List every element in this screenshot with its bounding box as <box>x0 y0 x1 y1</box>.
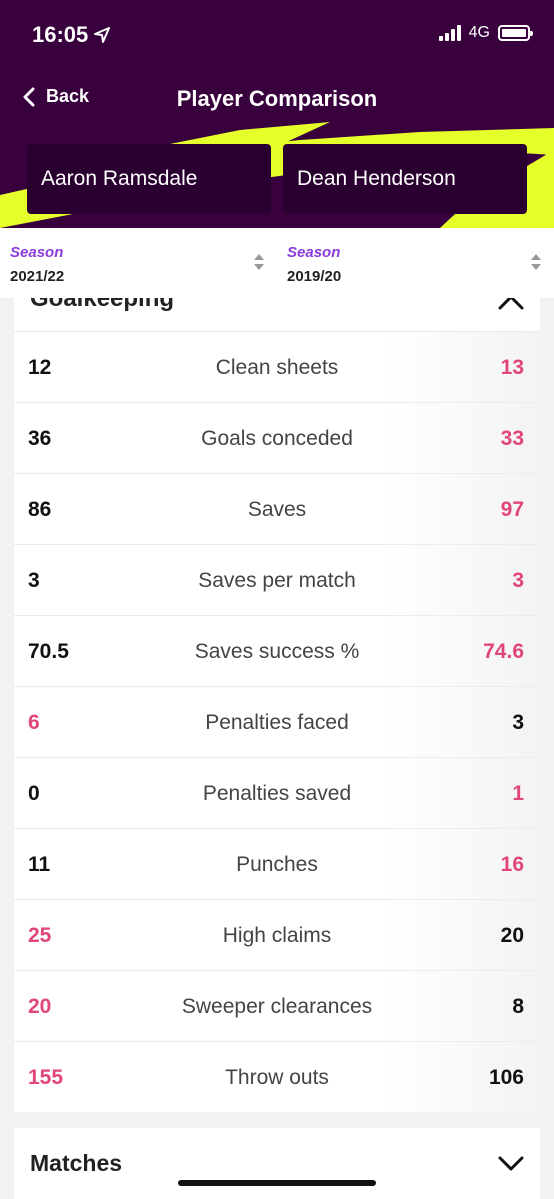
goalkeeping-card: Goalkeeping 12 Clean sheets 13 36 Goals conc… <box>14 298 540 1112</box>
season-label-right: Season <box>287 244 341 261</box>
stat-value-right: 33 <box>500 427 524 450</box>
stat-value-right: 97 <box>500 498 524 521</box>
player-selector-right[interactable]: Dean Henderson <box>283 144 527 214</box>
status-bar: 16:05 4G <box>0 0 554 70</box>
stat-value-right: 3 <box>512 569 524 592</box>
stat-row: 0 Penalties saved 1 <box>14 758 540 829</box>
stat-value-right: 1 <box>512 782 524 805</box>
stat-label: Saves per match <box>198 569 356 592</box>
stat-row: 36 Goals conceded 33 <box>14 403 540 474</box>
player-name-left: Aaron Ramsdale <box>41 167 198 190</box>
stat-value-right: 13 <box>500 356 524 379</box>
matches-title: Matches <box>30 1150 123 1176</box>
stat-label: Saves success % <box>194 640 360 663</box>
stat-value-right: 20 <box>500 924 524 947</box>
stat-value-right: 106 <box>488 1066 524 1089</box>
stat-row: 6 Penalties faced 3 <box>14 687 540 758</box>
clock-text: 16:05 <box>32 22 89 47</box>
stat-row: 70.5 Saves success % 74.6 <box>14 616 540 687</box>
status-indicators: 4G <box>438 24 533 42</box>
season-value-left: 2021/22 <box>10 268 65 285</box>
stat-row: 86 Saves 97 <box>14 474 540 545</box>
clock: 16:05 <box>32 22 111 48</box>
page-title: Player Comparison <box>176 86 378 111</box>
sort-arrows-icon <box>531 254 541 270</box>
nav-bar: Back Player Comparison <box>0 76 554 120</box>
stat-label: Sweeper clearances <box>181 995 373 1018</box>
stat-value-right: 8 <box>512 995 524 1018</box>
stat-label: Clean sheets <box>215 356 339 379</box>
stat-row: 3 Saves per match 3 <box>14 545 540 616</box>
stat-rows: 12 Clean sheets 13 36 Goals conceded 33 86 Save… <box>14 332 540 1112</box>
matches-section[interactable]: Matches <box>14 1128 540 1199</box>
chevron-up-icon[interactable] <box>498 298 524 310</box>
network-type: 4G <box>468 24 490 41</box>
stat-value-right: 16 <box>500 853 524 876</box>
home-indicator[interactable] <box>178 1180 376 1186</box>
season-select-right[interactable]: Season 2019/20 <box>277 228 554 298</box>
stat-row: 20 Sweeper clearances 8 <box>14 971 540 1042</box>
player-selector-left[interactable]: Aaron Ramsdale <box>27 144 271 214</box>
stat-label: Penalties faced <box>205 711 349 734</box>
stat-value-right: 74.6 <box>483 640 524 663</box>
battery-icon <box>498 25 533 41</box>
season-selector-bar: Season 2021/22 Season 2019/20 <box>0 228 554 298</box>
section-title: Goalkeeping <box>30 298 175 312</box>
stat-label: High claims <box>222 924 332 947</box>
stat-row: 12 Clean sheets 13 <box>14 332 540 403</box>
stat-label: Throw outs <box>225 1066 329 1089</box>
stat-label: Penalties saved <box>202 782 352 805</box>
season-value-right: 2019/20 <box>287 268 342 285</box>
location-arrow-icon <box>94 27 111 43</box>
app-header: 16:05 4G Back Player Comparison Aaron Ra… <box>0 0 554 228</box>
season-label-left: Season <box>10 244 64 261</box>
stat-row: 25 High claims 20 <box>14 900 540 971</box>
stat-label: Saves <box>247 498 307 521</box>
stat-value-right: 3 <box>512 711 524 734</box>
season-select-left[interactable]: Season 2021/22 <box>0 228 277 298</box>
stat-row: 11 Punches 16 <box>14 829 540 900</box>
signal-icon <box>438 25 461 41</box>
stat-label: Goals conceded <box>201 427 353 450</box>
chevron-down-icon[interactable] <box>498 1156 524 1172</box>
sort-arrows-icon <box>254 254 264 270</box>
section-header[interactable]: Goalkeeping <box>14 298 540 332</box>
stat-label: Punches <box>236 853 318 876</box>
player-name-right: Dean Henderson <box>297 167 456 190</box>
stat-row: 155 Throw outs 106 <box>14 1042 540 1112</box>
